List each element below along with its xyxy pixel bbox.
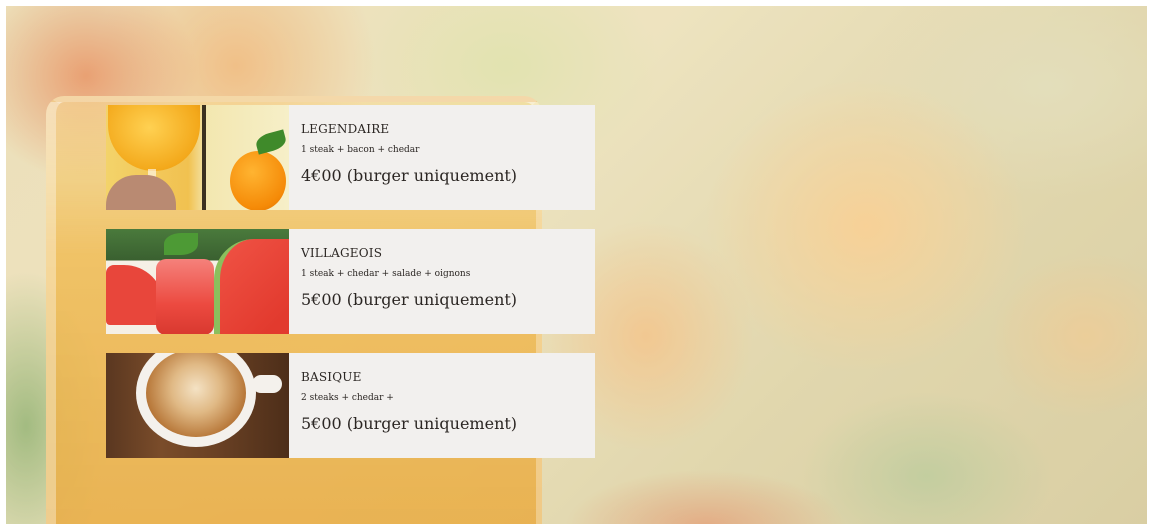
menu-item-description: 1 steak + bacon + chedar bbox=[301, 145, 420, 155]
menu-item-name: BASIQUE bbox=[301, 370, 362, 384]
menu-item-body: VILLAGEOIS 1 steak + chedar + salade + o… bbox=[289, 229, 595, 334]
menu-item-price: 5€00 (burger uniquement) bbox=[301, 414, 518, 433]
menu-item-basique[interactable]: BASIQUE 2 steaks + chedar + 5€00 (burger… bbox=[106, 353, 595, 458]
menu-list: LEGENDAIRE 1 steak + bacon + chedar 4€00… bbox=[106, 105, 595, 477]
menu-item-name: VILLAGEOIS bbox=[301, 246, 383, 260]
watermelon-juice-photo bbox=[106, 229, 289, 334]
page-frame: LEGENDAIRE 1 steak + bacon + chedar 4€00… bbox=[6, 6, 1147, 524]
menu-item-villageois[interactable]: VILLAGEOIS 1 steak + chedar + salade + o… bbox=[106, 229, 595, 334]
orange-juice-photo bbox=[106, 105, 289, 210]
latte-art-coffee-photo bbox=[106, 353, 289, 458]
menu-item-legendaire[interactable]: LEGENDAIRE 1 steak + bacon + chedar 4€00… bbox=[106, 105, 595, 210]
menu-item-body: BASIQUE 2 steaks + chedar + 5€00 (burger… bbox=[289, 353, 595, 458]
menu-item-price: 4€00 (burger uniquement) bbox=[301, 166, 518, 185]
menu-item-description: 1 steak + chedar + salade + oignons bbox=[301, 269, 471, 279]
menu-item-name: LEGENDAIRE bbox=[301, 122, 390, 136]
menu-item-price: 5€00 (burger uniquement) bbox=[301, 290, 518, 309]
menu-item-description: 2 steaks + chedar + bbox=[301, 393, 394, 403]
menu-item-body: LEGENDAIRE 1 steak + bacon + chedar 4€00… bbox=[289, 105, 595, 210]
